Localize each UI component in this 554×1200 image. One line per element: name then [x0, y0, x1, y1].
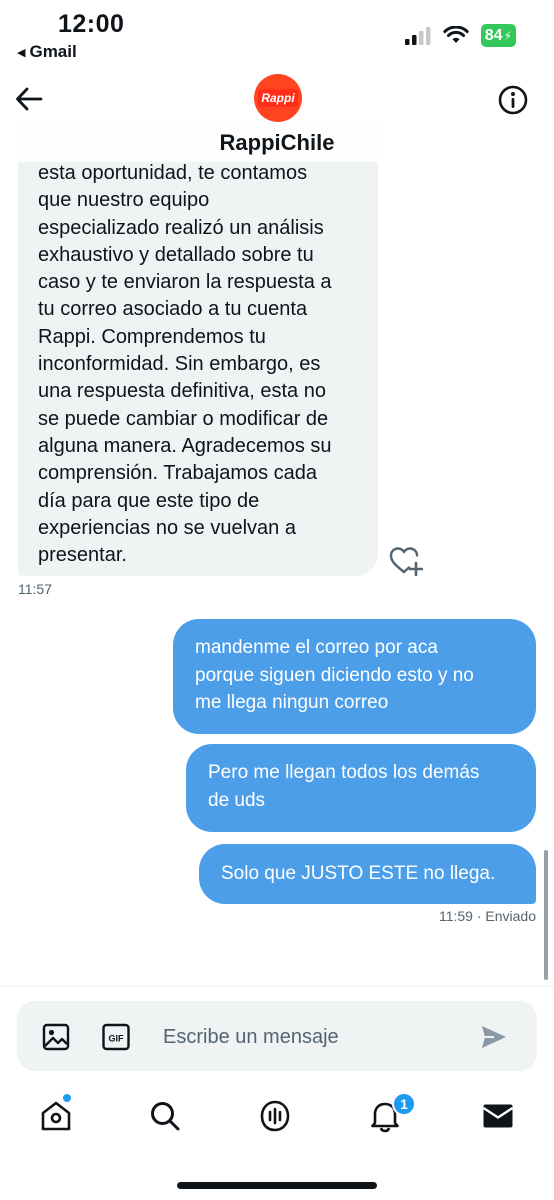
outgoing-message-line: Solo que JUSTO ESTE no llega.: [221, 863, 496, 884]
incoming-message-partial-line: esta oportunidad, te contamos: [38, 162, 308, 184]
conversation-header: Rappi RappiChile: [0, 72, 554, 162]
incoming-message-line: Rappi. Comprendemos tu: [38, 325, 266, 348]
incoming-message-line: alguna manera. Agradecemos su: [38, 434, 332, 457]
home-icon: [41, 1101, 71, 1131]
avatar-logo-text: Rappi: [258, 89, 298, 107]
tab-home[interactable]: [34, 1094, 78, 1138]
tab-bar: 1: [0, 1078, 554, 1200]
incoming-message-line: que nuestro equipo: [38, 189, 210, 212]
conversation-title[interactable]: RappiChile: [0, 130, 554, 156]
composer-box: GIF: [17, 1001, 537, 1071]
tab-spaces[interactable]: [253, 1094, 297, 1138]
incoming-timestamp: 11:57: [18, 581, 52, 597]
home-unread-dot: [62, 1093, 72, 1103]
incoming-message-line: se puede cambiar o modificar de: [38, 407, 329, 430]
outgoing-status: 11:59 · Enviado: [438, 908, 536, 924]
incoming-message-line: caso y te enviaron la respuesta a: [38, 271, 332, 294]
incoming-message-line: comprensión. Trabajamos cada: [38, 462, 318, 485]
tab-messages[interactable]: [476, 1094, 520, 1138]
outgoing-message-line: porque siguen diciendo esto y no: [195, 664, 474, 686]
gif-icon[interactable]: GIF: [101, 1022, 131, 1052]
incoming-message-line: tu correo asociado a tu cuenta: [38, 298, 308, 321]
outgoing-message-bubble[interactable]: mandenme el correo por aca porque siguen…: [173, 619, 536, 734]
back-arrow-icon[interactable]: [14, 84, 44, 114]
home-indicator[interactable]: [177, 1182, 377, 1189]
tab-search[interactable]: [143, 1094, 187, 1138]
gif-icon-label: GIF: [109, 1034, 125, 1044]
send-icon[interactable]: [479, 1022, 509, 1052]
spaces-icon: [260, 1100, 290, 1132]
scrollbar[interactable]: [544, 850, 548, 980]
incoming-message-line: presentar.: [38, 544, 127, 567]
media-icon[interactable]: [41, 1022, 71, 1052]
outgoing-message-bubble[interactable]: Pero me llegan todos los demás de uds: [186, 744, 536, 832]
avatar[interactable]: Rappi: [254, 74, 302, 122]
incoming-message-line: inconformidad. Sin embargo, es: [38, 353, 321, 376]
message-input[interactable]: [163, 1021, 463, 1053]
heart-plus-icon[interactable]: [389, 546, 423, 576]
incoming-message-line: exhaustivo y detallado sobre tu: [38, 243, 314, 266]
incoming-message-line: especializado realizó un análisis: [38, 216, 324, 239]
info-icon[interactable]: [497, 84, 529, 116]
incoming-message-bubble[interactable]: esta oportunidad, te contamos que nuestr…: [18, 120, 378, 576]
search-icon: [151, 1102, 180, 1131]
outgoing-message-line: Pero me llegan todos los demás: [208, 762, 480, 783]
outgoing-message-bubble[interactable]: Solo que JUSTO ESTE no llega.: [199, 844, 536, 904]
incoming-message-line: una respuesta definitiva, esta no: [38, 380, 326, 403]
outgoing-message-line: me llega ningun correo: [195, 692, 389, 713]
outgoing-message-line: de uds: [208, 789, 266, 811]
incoming-message-line: día para que este tipo de: [38, 489, 260, 512]
incoming-message-line: experiencias no se vuelvan a: [38, 516, 296, 539]
notifications-badge: 1: [392, 1092, 416, 1116]
messages-icon: [482, 1104, 514, 1128]
composer: GIF: [0, 986, 554, 1079]
outgoing-message-line: mandenme el correo por aca: [195, 637, 438, 658]
